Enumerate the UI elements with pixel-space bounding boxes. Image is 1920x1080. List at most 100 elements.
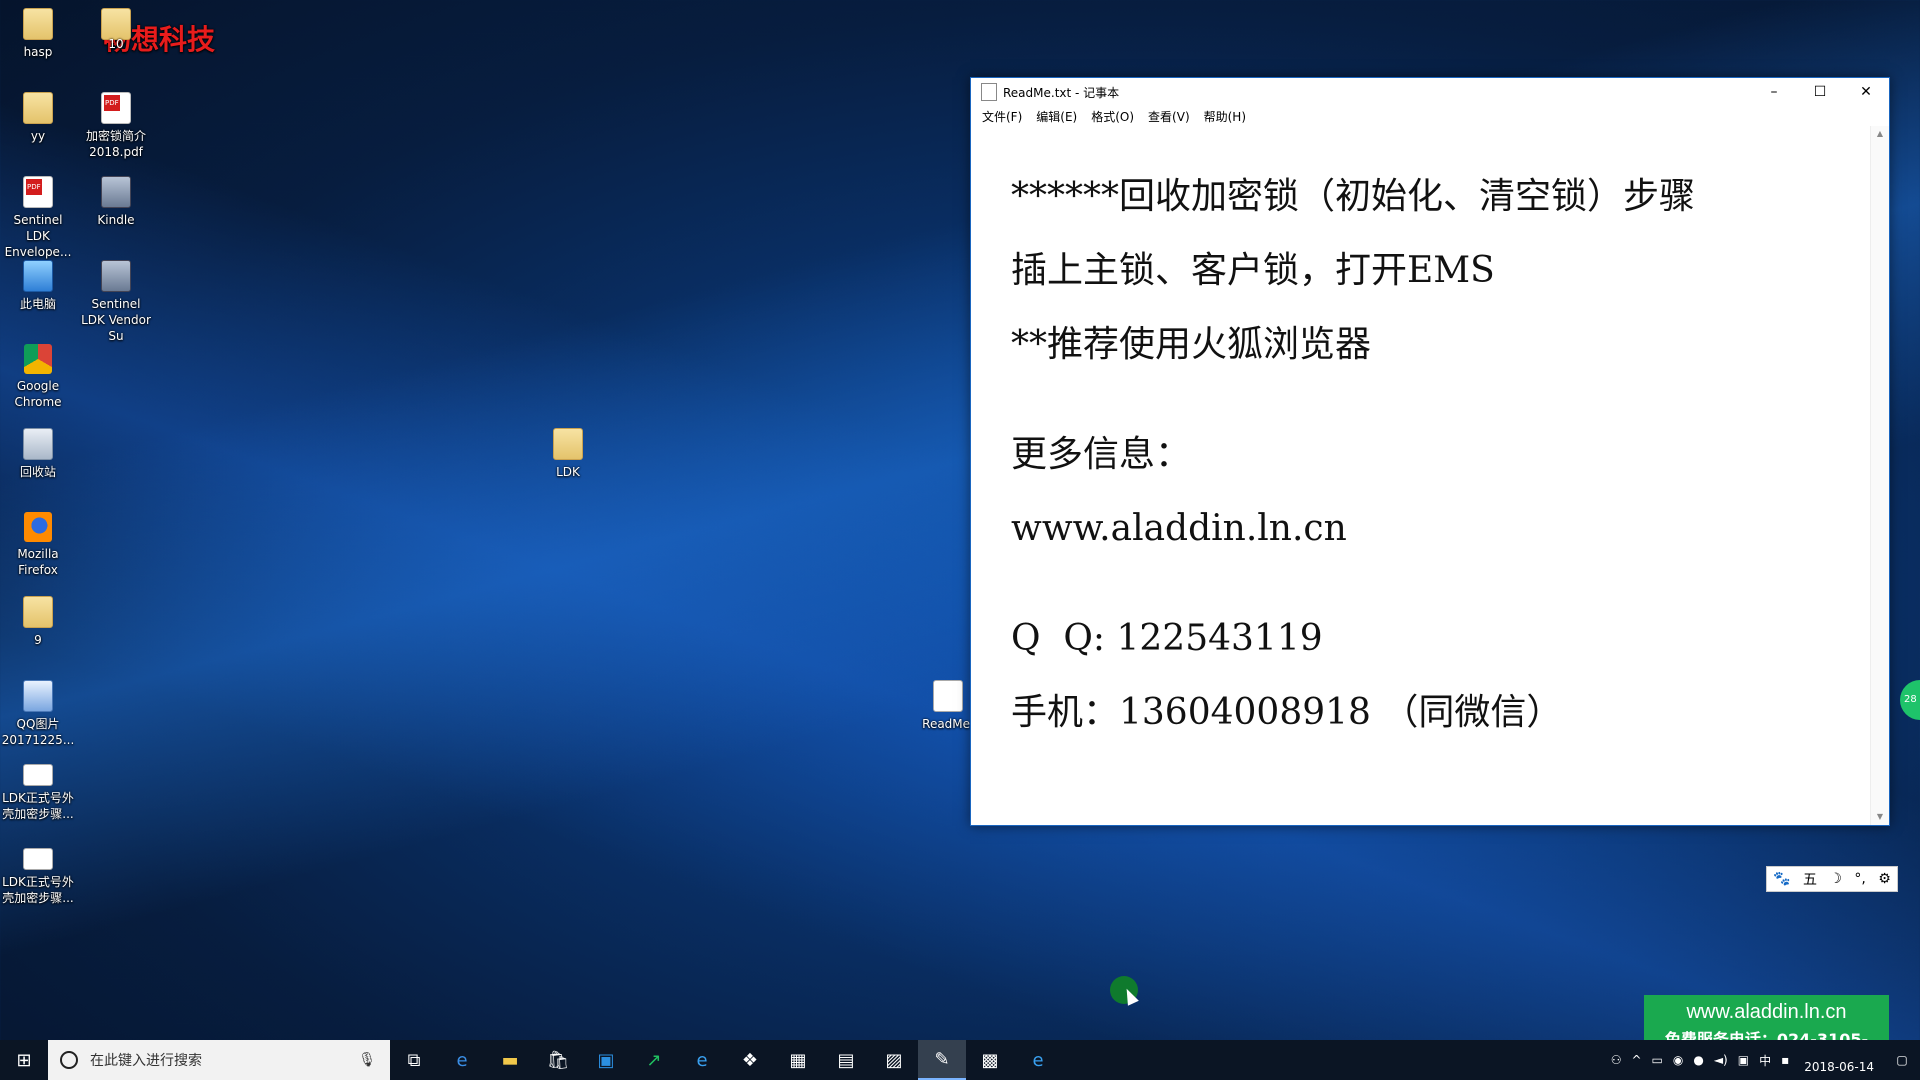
cortana-icon (60, 1051, 78, 1069)
notepad-taskbar-icon[interactable]: ✎ (918, 1040, 966, 1080)
desktop-icon-label: QQ图片20171225... (1, 717, 75, 747)
calculator-icon[interactable]: ▦ (774, 1040, 822, 1080)
kindle-icon (101, 176, 131, 208)
scroll-down-icon[interactable]: ▼ (1871, 809, 1889, 825)
image-file-icon (23, 680, 53, 712)
network-icon[interactable]: ▣ (1733, 1053, 1754, 1067)
desktop-icon-ldk-steps-2[interactable]: LDK正式号外壳加密步骤... (0, 848, 76, 906)
close-button[interactable]: ✕ (1843, 78, 1889, 106)
computer-icon (23, 260, 53, 292)
vendor-suite-icon (101, 260, 131, 292)
recycle-bin-icon (23, 428, 53, 460)
window-title: ReadMe.txt - 记事本 (1003, 85, 1120, 100)
text-editor-area[interactable]: ******回收加密锁（初始化、清空锁）步骤 插上主锁、客户锁，打开EMS **… (971, 126, 1871, 825)
text-line: Q Q: 122543119 (1011, 618, 1323, 659)
scroll-up-icon[interactable]: ▲ (1871, 126, 1889, 142)
menu-bar: 文件(F) 编辑(E) 格式(O) 查看(V) 帮助(H) (971, 106, 1889, 126)
desktop-icon-chrome[interactable]: Google Chrome (0, 344, 76, 410)
clock-date[interactable]: 2018-06-14 (1794, 1059, 1884, 1075)
chevron-up-icon[interactable]: ^ (1626, 1053, 1646, 1067)
ime-tray-icon[interactable]: ▪ (1776, 1053, 1794, 1067)
folder-icon (553, 428, 583, 460)
start-button[interactable]: ⊞ (0, 1040, 48, 1080)
desktop-icon-ldk-steps-1[interactable]: LDK正式号外壳加密步骤... (0, 764, 76, 822)
maximize-button[interactable]: ☐ (1797, 78, 1843, 106)
desktop-icon-label: 10 (108, 37, 124, 51)
ime-mode-wubi[interactable]: 五 (1803, 869, 1817, 889)
text-line: **推荐使用火狐浏览器 (1011, 324, 1372, 365)
desktop-icon-label: Kindle (97, 213, 135, 227)
text-line: www.aladdin.ln.cn (1011, 508, 1347, 549)
desktop-icon-kindle[interactable]: Kindle (78, 176, 154, 228)
folder-icon (23, 596, 53, 628)
camera-icon[interactable]: ▭ (1647, 1053, 1668, 1067)
menu-file[interactable]: 文件(F) (975, 108, 1029, 125)
notification-icon[interactable]: ▢ (1884, 1040, 1920, 1080)
volume-icon[interactable]: ◄) (1709, 1053, 1733, 1067)
app-boxes-icon[interactable]: ❖ (726, 1040, 774, 1080)
vertical-scrollbar[interactable]: ▲ ▼ (1870, 126, 1889, 825)
input-language-icon[interactable]: 中 (1754, 1052, 1776, 1069)
people-icon[interactable]: ⚇ (1606, 1053, 1627, 1067)
microphone-icon[interactable]: 🎙 (358, 1052, 376, 1068)
pdf-icon (101, 92, 131, 124)
desktop-icon-label: 9 (34, 633, 42, 647)
side-float-badge[interactable]: 28 (1900, 680, 1920, 720)
vendor-app-icon[interactable]: ▤ (822, 1040, 870, 1080)
notepad-window[interactable]: ReadMe.txt - 记事本 – ☐ ✕ 文件(F) 编辑(E) 格式(O)… (970, 77, 1890, 826)
desktop-icon-label: yy (30, 129, 46, 143)
qq-icon[interactable]: ◉ (1668, 1053, 1688, 1067)
taskbar-search[interactable]: 在此键入进行搜索 🎙 (48, 1040, 390, 1080)
promo-url: www.aladdin.ln.cn (1686, 1001, 1847, 1023)
ime-punctuation-icon[interactable]: °, (1854, 871, 1865, 887)
desktop-icon-label: 回收站 (19, 465, 56, 479)
app-green-icon[interactable]: ↗ (630, 1040, 678, 1080)
menu-view[interactable]: 查看(V) (1141, 108, 1197, 125)
desktop-icon-this-pc[interactable]: 此电脑 (0, 260, 76, 312)
folder-icon (23, 92, 53, 124)
task-view-icon[interactable]: ⧉ (390, 1040, 438, 1080)
desktop-icon-10[interactable]: 10 (78, 8, 154, 52)
desktop-icon-sentinel-vendor[interactable]: Sentinel LDK Vendor Su (78, 260, 154, 344)
network-app-icon[interactable]: ▩ (966, 1040, 1014, 1080)
ime-logo-icon[interactable]: 🐾 (1773, 871, 1790, 887)
search-placeholder: 在此键入进行搜索 (90, 1053, 202, 1069)
desktop-icon-label: hasp (23, 45, 53, 59)
menu-edit[interactable]: 编辑(E) (1029, 108, 1084, 125)
desktop-icon-qq-image[interactable]: QQ图片20171225... (0, 680, 76, 748)
desktop-icon-yy[interactable]: yy (0, 92, 76, 144)
file-explorer-icon[interactable]: ▬ (486, 1040, 534, 1080)
title-bar[interactable]: ReadMe.txt - 记事本 – ☐ ✕ (971, 78, 1889, 106)
desktop-icon-sentinel-envelope[interactable]: Sentinel LDK Envelope... (0, 176, 76, 260)
document-icon (23, 848, 53, 870)
store-icon[interactable]: 🛍 (534, 1040, 582, 1080)
menu-help[interactable]: 帮助(H) (1197, 108, 1253, 125)
firefox-icon (24, 512, 52, 542)
ime-settings-icon[interactable]: ⚙ (1878, 871, 1891, 887)
text-line: 更多信息： (1011, 434, 1192, 475)
ime-halfwidth-icon[interactable]: ☽ (1829, 871, 1842, 887)
notepad-icon (981, 83, 997, 101)
ie-2-icon[interactable]: e (1014, 1040, 1062, 1080)
desktop-icon-firefox[interactable]: Mozilla Firefox (0, 512, 76, 578)
ie-icon[interactable]: e (678, 1040, 726, 1080)
desktop-icon-label: LDK正式号外壳加密步骤... (2, 791, 74, 821)
text-line: 插上主锁、客户锁，打开EMS (1011, 250, 1495, 291)
desktop-icon-label: LDK (556, 465, 580, 479)
minimize-button[interactable]: – (1751, 78, 1797, 106)
app-u-icon[interactable]: ▣ (582, 1040, 630, 1080)
desktop-icon-label: 加密锁简介2018.pdf (85, 129, 146, 159)
desktop-icon-pdf-intro[interactable]: 加密锁简介2018.pdf (78, 92, 154, 160)
desktop-icon-hasp[interactable]: hasp (0, 8, 76, 60)
desktop-icon-ldk[interactable]: LDK (530, 428, 606, 480)
ime-toolbar[interactable]: 🐾 五 ☽ °, ⚙ (1766, 866, 1898, 892)
desktop-icon-recycle-bin[interactable]: 回收站 (0, 428, 76, 480)
pdf-icon (23, 176, 53, 208)
desktop-icon-9[interactable]: 9 (0, 596, 76, 648)
desktop-icon-label: Sentinel LDK Envelope... (4, 213, 72, 259)
document-icon (23, 764, 53, 786)
menu-format[interactable]: 格式(O) (1084, 108, 1141, 125)
edge-icon[interactable]: e (438, 1040, 486, 1080)
wechat-icon[interactable]: ● (1688, 1053, 1708, 1067)
photos-icon[interactable]: ▨ (870, 1040, 918, 1080)
